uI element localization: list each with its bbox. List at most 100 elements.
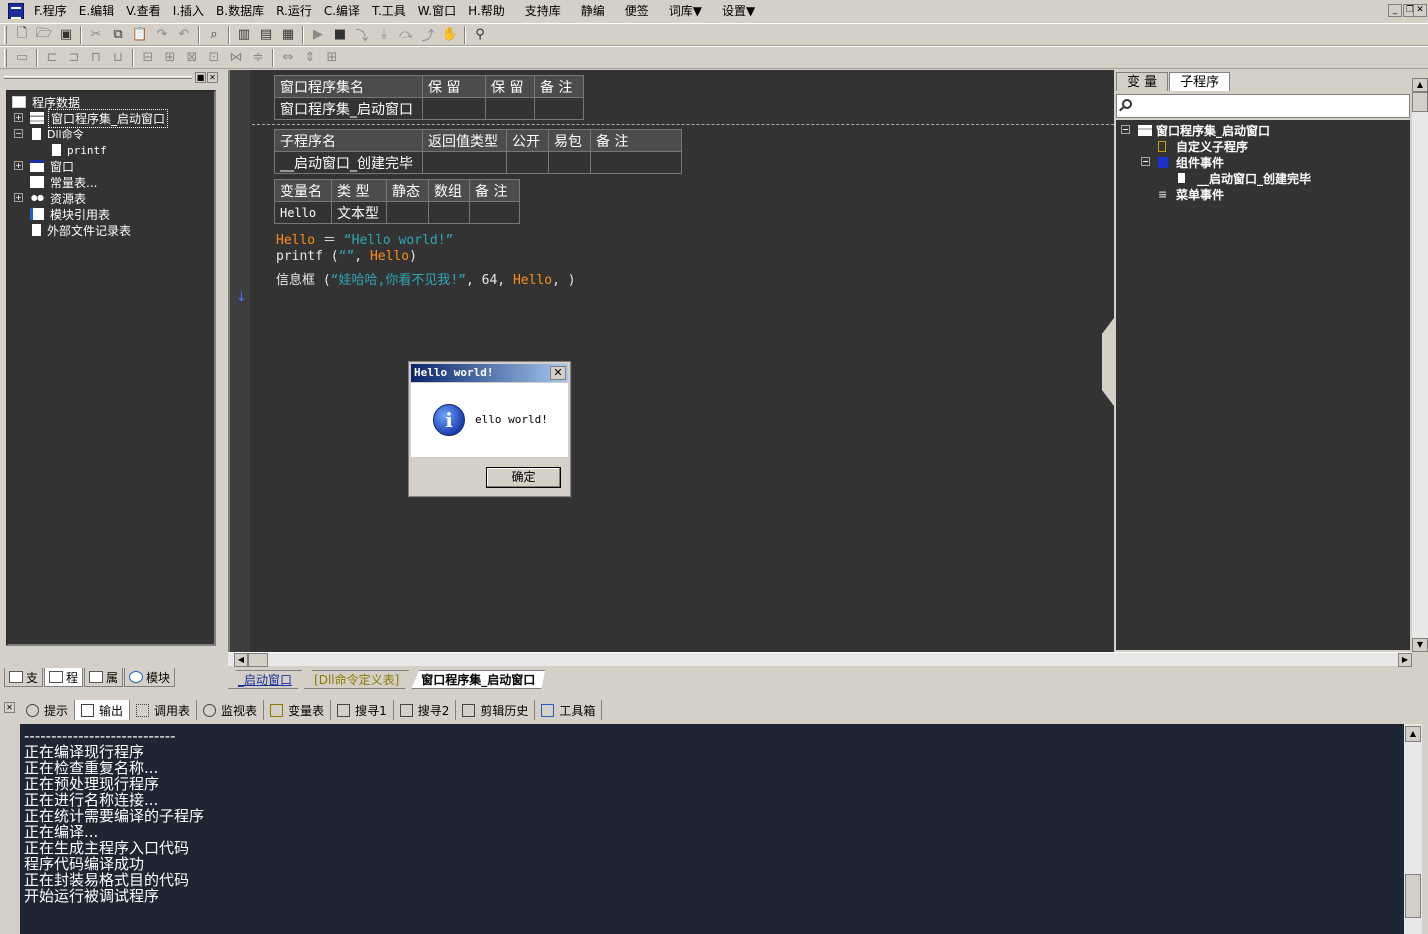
copy-icon[interactable]: ⧉: [107, 25, 129, 45]
menu-edit[interactable]: E.编辑: [73, 0, 120, 22]
size-v-icon[interactable]: ⇕: [299, 48, 321, 68]
close-icon[interactable]: ✕: [550, 366, 566, 380]
same-width-icon[interactable]: ⊠: [181, 48, 203, 68]
tab-watch[interactable]: 监视表: [197, 700, 265, 720]
menu-window[interactable]: W.窗口: [412, 0, 462, 22]
collapse-icon[interactable]: −: [14, 129, 23, 138]
tab-call-stack[interactable]: 调用表: [130, 700, 198, 720]
find-icon[interactable]: ⌕: [203, 25, 225, 45]
menu-notes[interactable]: 便签: [619, 0, 655, 22]
toolbar-grip[interactable]: [4, 25, 7, 44]
table-cell[interactable]: [590, 151, 682, 174]
table-cell[interactable]: [469, 201, 520, 224]
align-right-icon[interactable]: ⊐: [63, 48, 85, 68]
outline-item-assembly[interactable]: − 窗口程序集_启动窗口: [1116, 122, 1410, 138]
table-cell[interactable]: [485, 97, 535, 120]
menu-view[interactable]: V.查看: [120, 0, 166, 22]
scroll-right-icon[interactable]: ▶: [1398, 653, 1412, 667]
table-cell[interactable]: [506, 151, 549, 174]
tab-subroutines[interactable]: 子程序: [1169, 72, 1231, 91]
menu-database[interactable]: B.数据库: [210, 0, 270, 22]
tab-start-window[interactable]: _启动窗口: [228, 670, 302, 689]
undo-icon[interactable]: ↶: [173, 25, 195, 45]
scroll-up-icon[interactable]: ▲: [1412, 78, 1428, 92]
editor-hscrollbar[interactable]: ◀ ▶: [228, 652, 1412, 667]
panel-close-icon[interactable]: ✕: [4, 702, 15, 713]
scroll-thumb[interactable]: [1405, 874, 1421, 918]
table-cell[interactable]: [386, 201, 429, 224]
spacing-v-icon[interactable]: ≑: [247, 48, 269, 68]
table-cell[interactable]: 窗口程序集_启动窗口: [274, 97, 423, 120]
menu-static-compile[interactable]: 静编: [575, 0, 611, 22]
size-h-icon[interactable]: ⇔: [277, 48, 299, 68]
tab-dll-defs[interactable]: [Dll命令定义表]: [304, 670, 409, 689]
tree-item-modules[interactable]: 模块引用表: [8, 206, 214, 222]
step-out-icon[interactable]: ⤴: [417, 25, 439, 45]
scroll-thumb[interactable]: [1412, 92, 1428, 112]
table-cell[interactable]: [422, 151, 507, 174]
step-icon[interactable]: ⤵: [351, 25, 373, 45]
tree-item-assembly[interactable]: + 窗口程序集_启动窗口: [8, 108, 214, 128]
app-icon[interactable]: [8, 3, 24, 19]
layout-left-icon[interactable]: ▥: [233, 25, 255, 45]
code-editor[interactable]: ↓ 窗口程序集名 保 留 保 留 备 注 窗口程序集_启动窗口 子程序名 返回值…: [228, 70, 1114, 652]
outline-item-component-events[interactable]: − 组件事件: [1116, 154, 1410, 170]
tree-item-external-files[interactable]: 外部文件记录表: [8, 222, 214, 238]
tab-output[interactable]: 输出: [75, 700, 131, 720]
table-cell[interactable]: [548, 151, 591, 174]
tab-search2[interactable]: 搜寻2: [394, 700, 457, 720]
align-bottom-icon[interactable]: ⊔: [107, 48, 129, 68]
stop-icon[interactable]: ■: [329, 25, 351, 45]
outline-search-input[interactable]: [1116, 94, 1410, 118]
spacing-h-icon[interactable]: ⋈: [225, 48, 247, 68]
menu-compile[interactable]: C.编译: [318, 0, 366, 22]
tab-variables[interactable]: 变量表: [264, 700, 332, 720]
new-file-icon[interactable]: 🗋: [11, 25, 33, 45]
tab-program[interactable]: 程: [44, 668, 84, 687]
table-cell[interactable]: 文本型: [331, 201, 387, 224]
tree-item-resources[interactable]: + 资源表: [8, 190, 214, 206]
dialog-titlebar[interactable]: Hello world! ✕: [411, 364, 568, 382]
editor-gutter[interactable]: [230, 70, 250, 652]
tab-properties[interactable]: 属: [84, 668, 124, 687]
table-cell[interactable]: __启动窗口_创建完毕: [274, 151, 423, 174]
center-h-icon[interactable]: ⊟: [137, 48, 159, 68]
menu-program[interactable]: F.程序: [28, 0, 73, 22]
code-line[interactable]: Hello ＝ “Hello world!”: [276, 229, 453, 248]
align-left-icon[interactable]: ⊏: [41, 48, 63, 68]
tree-item-window[interactable]: + 窗口: [8, 158, 214, 174]
menu-support-lib[interactable]: 支持库: [519, 0, 567, 22]
expand-icon[interactable]: +: [14, 193, 23, 202]
hand-icon[interactable]: ✋: [439, 25, 461, 45]
ok-button[interactable]: 确定: [486, 467, 561, 488]
tree-item-dll[interactable]: − Dll命令: [8, 126, 214, 142]
tab-assembly[interactable]: 窗口程序集_启动窗口: [411, 670, 545, 689]
tab-hints[interactable]: 提示: [20, 700, 76, 720]
outline-item-event[interactable]: __启动窗口_创建完毕: [1116, 170, 1410, 186]
debug-icon[interactable]: ⚲: [469, 25, 491, 45]
tab-modules[interactable]: 模块: [124, 668, 176, 687]
expand-icon[interactable]: +: [14, 113, 23, 122]
outline-item-menu-events[interactable]: ≡ 菜单事件: [1116, 186, 1410, 202]
tree-item-constants[interactable]: 常量表...: [8, 174, 214, 190]
menu-insert[interactable]: I.插入: [167, 0, 210, 22]
paste-icon[interactable]: 📋: [129, 25, 151, 45]
open-folder-icon[interactable]: 🗁: [33, 25, 55, 45]
tab-variables[interactable]: 变 量: [1116, 72, 1169, 91]
scroll-thumb[interactable]: [248, 653, 268, 667]
scroll-down-icon[interactable]: ▼: [1412, 638, 1428, 652]
run-icon[interactable]: ▶: [307, 25, 329, 45]
outline-item-custom-subs[interactable]: 自定义子程序: [1116, 138, 1410, 154]
step-over-icon[interactable]: ⤼: [395, 25, 417, 45]
minimize-icon[interactable]: _: [1388, 4, 1402, 17]
expand-icon[interactable]: +: [14, 161, 23, 170]
cut-icon[interactable]: ✂: [85, 25, 107, 45]
code-line[interactable]: 信息框 (“娃哈哈,你看不见我!”, 64, Hello, ): [276, 269, 576, 288]
toolbar-grip[interactable]: [4, 48, 7, 67]
panel-close-icon[interactable]: ✕: [207, 72, 218, 83]
table-cell[interactable]: [428, 201, 470, 224]
redo-icon[interactable]: ↷: [151, 25, 173, 45]
tab-search1[interactable]: 搜寻1: [331, 700, 394, 720]
menu-tools[interactable]: T.工具: [366, 0, 412, 22]
panel-pin-icon[interactable]: ■: [195, 72, 206, 83]
